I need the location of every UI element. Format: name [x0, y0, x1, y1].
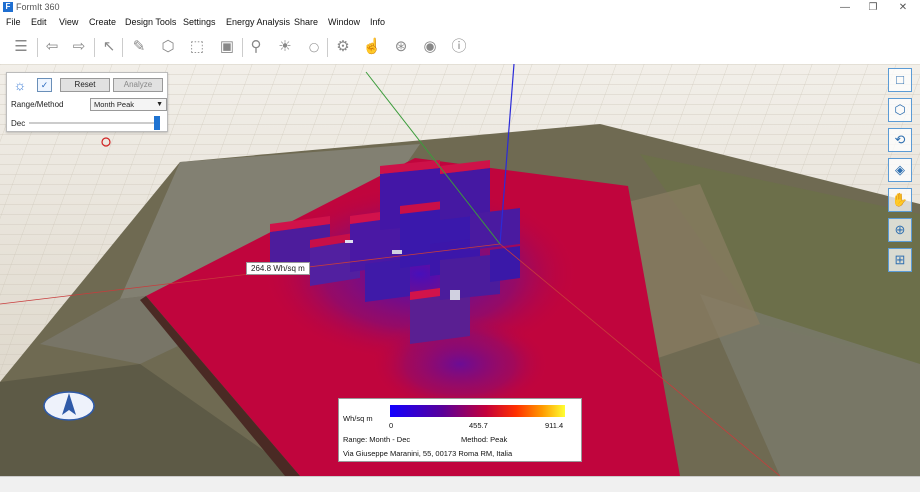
legend-unit: Wh/sq m — [343, 414, 373, 423]
menu-settings[interactable]: Settings — [183, 17, 216, 27]
user-icon[interactable]: ◉ — [419, 36, 441, 58]
menu-create[interactable]: Create — [89, 17, 116, 27]
month-slider-thumb[interactable] — [154, 116, 160, 130]
menu-file[interactable]: File — [6, 17, 21, 27]
menu-edit[interactable]: Edit — [31, 17, 47, 27]
orbit-icon[interactable]: ⟲ — [888, 128, 912, 152]
range-method-label: Range/Method — [11, 100, 64, 109]
chevron-down-icon: ▼ — [156, 101, 163, 108]
menu-window[interactable]: Window — [328, 17, 360, 27]
menu-design-tools[interactable]: Design Tools — [125, 17, 176, 27]
location-icon[interactable]: ⚲ — [245, 36, 267, 58]
restore-icon[interactable]: ❐ — [858, 0, 888, 15]
zoom-extents-icon[interactable]: □ — [888, 68, 912, 92]
month-slider-track[interactable] — [29, 122, 160, 124]
solar-analysis-panel: ☼ ✓ Reset Analyze Range/Method Month Pea… — [6, 72, 168, 132]
legend-range: Range: Month - Dec — [343, 435, 411, 444]
apply-checkbox[interactable]: ✓ — [37, 78, 52, 92]
legend-min: 0 — [389, 421, 394, 430]
status-bar — [0, 476, 920, 492]
render-360-icon[interactable]: ◯ — [303, 36, 325, 58]
window-title: FormIt 360 — [16, 2, 60, 12]
main-toolbar: ☰ ⇦ ⇨ ↖ ✎ ⬡ ⬚ ▣ ⚲ ☀ ◯ ⚙ ☝ ⊛ ◉ ⓘ — [0, 31, 920, 65]
analyze-button[interactable]: Analyze — [113, 78, 163, 92]
cube-icon[interactable]: ⬡ — [157, 36, 179, 58]
camera-icon[interactable]: ◈ — [888, 158, 912, 182]
undo-icon[interactable]: ⇦ — [41, 36, 63, 58]
info-icon[interactable]: ⓘ — [448, 36, 470, 58]
share-icon[interactable]: ⊛ — [390, 36, 412, 58]
legend-mid: 455.7 — [469, 421, 488, 430]
menu-share[interactable]: Share — [294, 17, 318, 27]
compass-icon[interactable] — [42, 389, 96, 423]
settings-icon[interactable]: ⚙ — [332, 36, 354, 58]
method-dropdown-value: Month Peak — [94, 100, 135, 109]
solar-legend: Wh/sq m 0 455.7 911.4 Range: Month - Dec… — [338, 398, 582, 462]
layers-icon[interactable]: ☰ — [10, 36, 32, 58]
select-icon[interactable]: ↖ — [98, 36, 120, 58]
pan-hand-icon[interactable]: ✋ — [888, 188, 912, 212]
push-pull-icon[interactable]: ⬚ — [186, 36, 208, 58]
zoom-window-icon[interactable]: ⊞ — [888, 248, 912, 272]
group-icon[interactable]: ▣ — [216, 36, 238, 58]
menu-energy-analysis[interactable]: Energy Analysis — [226, 17, 290, 27]
sketch-icon[interactable]: ✎ — [128, 36, 150, 58]
month-label: Dec — [11, 119, 26, 128]
redo-icon[interactable]: ⇨ — [68, 36, 90, 58]
gesture-icon[interactable]: ☝ — [361, 36, 383, 58]
zoom-icon[interactable]: ⊕ — [888, 218, 912, 242]
reset-button[interactable]: Reset — [60, 78, 110, 92]
legend-method: Method: Peak — [461, 435, 508, 444]
minimize-icon[interactable]: — — [830, 0, 860, 15]
sun-icon[interactable]: ☀ — [274, 36, 296, 58]
method-dropdown[interactable]: Month Peak ▼ — [90, 98, 167, 111]
title-bar: F FormIt 360 — ❐ ✕ — [0, 0, 920, 15]
view-cube-icon[interactable]: ⬡ — [888, 98, 912, 122]
menu-bar: File Edit View Create Design Tools Setti… — [0, 15, 920, 31]
sun-settings-icon[interactable]: ☼ — [12, 77, 28, 93]
close-icon[interactable]: ✕ — [888, 0, 918, 15]
legend-max: 911.4 — [545, 421, 564, 430]
menu-info[interactable]: Info — [370, 17, 385, 27]
legend-color-bar — [390, 405, 565, 417]
legend-address: Via Giuseppe Maranini, 55, 00173 Roma RM… — [343, 449, 513, 458]
menu-view[interactable]: View — [59, 17, 78, 27]
probe-value-tooltip: 264.8 Wh/sq m — [246, 262, 310, 275]
formit-app-icon: F — [3, 2, 13, 12]
